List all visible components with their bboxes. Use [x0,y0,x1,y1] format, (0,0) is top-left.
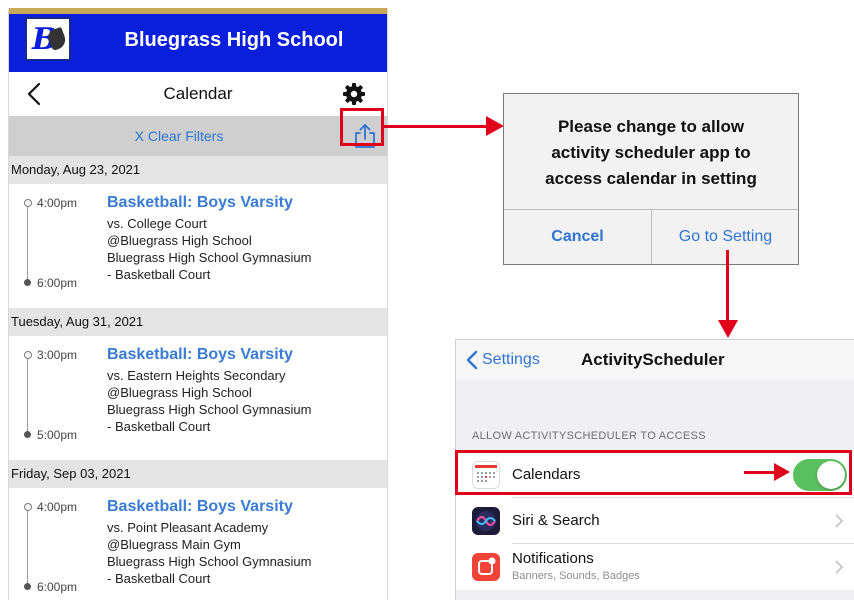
school-header: B Bluegrass High School [9,14,387,72]
event-opponent: vs. College Court [107,216,207,231]
day-header: Tuesday, Aug 31, 2021 [9,308,387,336]
arrow-icon [718,320,738,338]
event-start-time: 3:00pm [37,348,78,362]
back-button[interactable] [23,72,53,116]
back-chevron-icon[interactable] [464,350,480,370]
calendar-screen: B Bluegrass High School Calendar X Clear… [8,8,388,600]
calendars-highlight [455,450,852,495]
event-court: - Basketball Court [107,267,211,282]
settings-button[interactable] [342,82,366,106]
day-header: Monday, Aug 23, 2021 [9,156,387,184]
siri-search-label: Siri & Search [512,512,600,529]
event-start-time: 4:00pm [37,500,78,514]
arrow-line [384,125,488,128]
day-header: Friday, Sep 03, 2021 [9,460,387,488]
event-end-time: 6:00pm [37,276,78,290]
cancel-button[interactable]: Cancel [504,210,651,264]
school-logo-icon: B [25,17,71,61]
notifications-subtitle: Banners, Sounds, Badges [512,570,640,582]
page-title: Calendar [163,84,233,103]
event-court: - Basketball Court [107,571,211,586]
share-highlight [340,108,384,146]
timeline-line [27,511,28,583]
event-venue: Bluegrass High School Gymnasium [107,250,312,265]
event-court: - Basketball Court [107,419,211,434]
event-title[interactable]: Basketball: Boys Varsity [107,346,293,364]
event-item[interactable]: 4:00pm 6:00pm Basketball: Boys Varsity v… [9,184,387,308]
back-chevron-icon [27,82,41,106]
nav-bar: Calendar [9,72,387,117]
siri-icon [472,507,500,535]
gear-icon [343,83,365,105]
end-marker-icon [24,279,31,286]
event-item[interactable]: 3:00pm 5:00pm Basketball: Boys Varsity v… [9,336,387,460]
alert-message-line: activity scheduler app to [551,143,751,162]
settings-title: ActivityScheduler [581,350,725,369]
event-host: @Bluegrass High School [107,233,252,248]
event-end-time: 5:00pm [37,428,78,442]
start-marker-icon [24,503,32,511]
event-end-time: 6:00pm [37,580,78,594]
event-title[interactable]: Basketball: Boys Varsity [107,194,293,212]
event-opponent: vs. Point Pleasant Academy [107,520,269,535]
alert-message: Please change to allow activity schedule… [514,114,788,192]
chevron-right-icon [835,560,844,574]
arrow-icon [486,116,504,136]
settings-nav-bar: Settings ActivityScheduler [456,340,854,380]
notifications-row[interactable]: Notifications Banners, Sounds, Badges [456,544,854,590]
timeline-line [27,207,28,279]
timeline-line [27,359,28,431]
notifications-icon [472,553,500,581]
start-marker-icon [24,199,32,207]
arrow-line [726,250,729,322]
arrow-line [744,471,776,474]
event-start-time: 4:00pm [37,196,78,210]
event-venue: Bluegrass High School Gymnasium [107,402,312,417]
event-host: @Bluegrass High School [107,385,252,400]
event-item[interactable]: 4:00pm 6:00pm Basketball: Boys Varsity v… [9,488,387,600]
start-marker-icon [24,351,32,359]
school-name: Bluegrass High School [124,29,344,51]
event-opponent: vs. Eastern Heights Secondary [107,368,286,383]
end-marker-icon [24,431,31,438]
alert-message-line: access calendar in setting [545,169,757,188]
notifications-label: Notifications [512,550,594,567]
clear-filters-button[interactable]: X Clear Filters [89,116,269,156]
filter-bar: X Clear Filters [9,116,387,156]
alert-message-line: Please change to allow [557,117,745,136]
event-title[interactable]: Basketball: Boys Varsity [107,498,293,516]
event-venue: Bluegrass High School Gymnasium [107,554,312,569]
siri-search-row[interactable]: Siri & Search [456,498,854,544]
chevron-right-icon [835,514,844,528]
arrow-icon [774,463,790,481]
section-header: ALLOW ACTIVITYSCHEDULER TO ACCESS [472,430,706,442]
permission-alert: Please change to allow activity schedule… [503,93,799,265]
settings-back-button[interactable]: Settings [482,340,540,380]
end-marker-icon [24,583,31,590]
event-host: @Bluegrass Main Gym [107,537,241,552]
